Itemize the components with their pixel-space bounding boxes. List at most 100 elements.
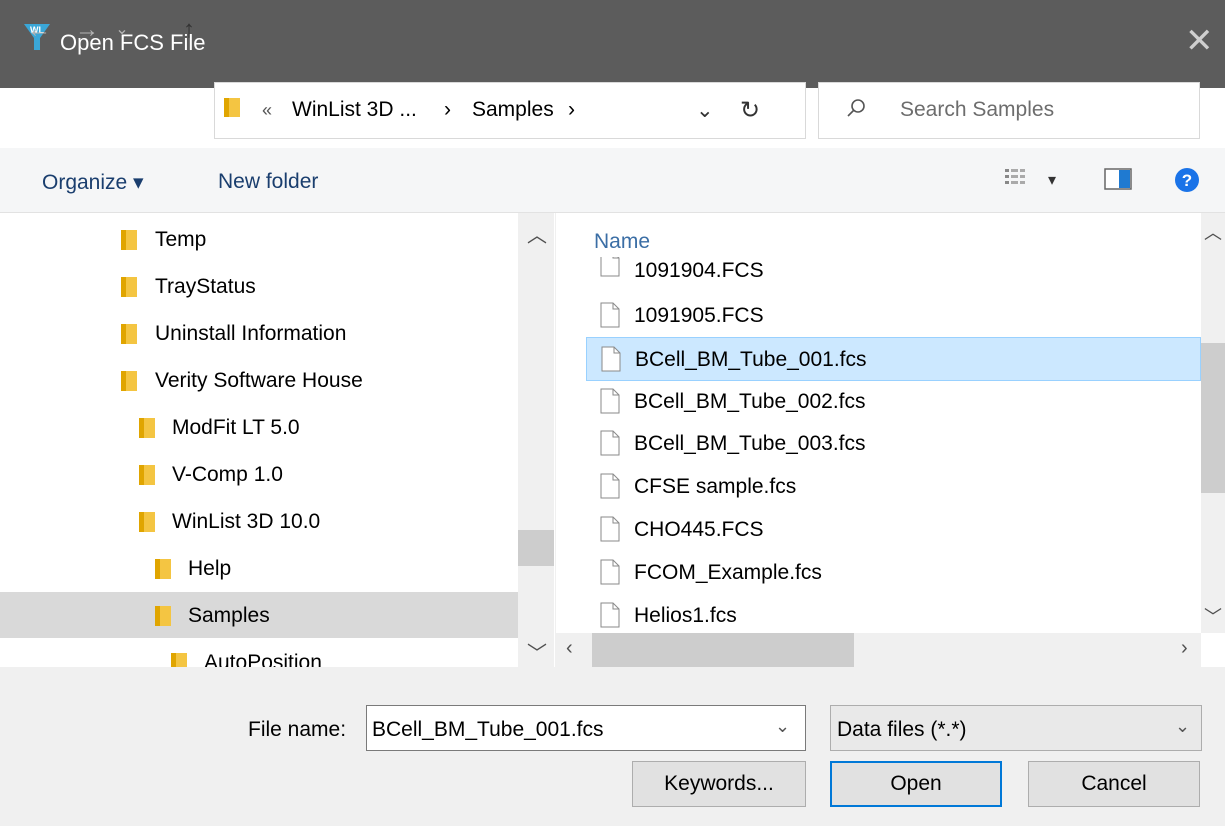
folder-icon [139, 418, 155, 438]
file-row[interactable]: CHO445.FCS [586, 508, 1201, 552]
organize-menu-button[interactable]: Organize ▾ [42, 170, 144, 195]
scroll-down-icon[interactable]: ﹀ [527, 637, 547, 666]
tree-item-verity-software-house[interactable]: Verity Software House [0, 357, 518, 403]
folder-icon [121, 230, 137, 250]
breadcrumb-separator[interactable]: › [568, 98, 575, 122]
forward-arrow-icon[interactable]: → [72, 0, 102, 60]
tree-item-label: Temp [155, 228, 207, 251]
file-row[interactable]: BCell_BM_Tube_002.fcs [586, 380, 1201, 424]
search-icon [847, 99, 865, 117]
file-name-label: File name: [248, 718, 347, 741]
horizontal-scrollbar-thumb[interactable] [592, 633, 854, 667]
tree-item-label: WinList 3D 10.0 [172, 510, 321, 533]
file-name: Helios1.fcs [634, 604, 737, 627]
keywords-button[interactable]: Keywords... [632, 761, 806, 807]
file-type-value: Data files (*.*) [837, 718, 967, 741]
file-row[interactable]: BCell_BM_Tube_003.fcs [586, 422, 1201, 466]
folder-icon [121, 324, 137, 344]
breadcrumb-samples[interactable]: Samples [472, 98, 554, 122]
tree-item-label: Uninstall Information [155, 322, 347, 345]
file-list-scrollbar-thumb[interactable] [1201, 343, 1225, 493]
breadcrumb-separator[interactable]: › [444, 98, 451, 122]
chevron-down-icon[interactable]: ⌄ [1175, 716, 1190, 737]
tree-item-modfit[interactable]: ModFit LT 5.0 [0, 404, 518, 450]
new-folder-button[interactable]: New folder [218, 170, 318, 194]
file-name: CHO445.FCS [634, 518, 764, 541]
close-icon[interactable]: ✕ [1185, 24, 1214, 58]
tree-item-v-comp[interactable]: V-Comp 1.0 [0, 451, 518, 497]
open-file-dialog: WL Open FCS File ✕ ← → ⌄ ↑ « WinList 3D … [0, 0, 1225, 826]
file-type-select[interactable]: Data files (*.*) ⌄ [830, 705, 1202, 751]
folder-icon [171, 653, 187, 667]
view-details-icon[interactable] [1004, 167, 1026, 189]
tree-item-samples[interactable]: Samples [0, 592, 518, 638]
file-row[interactable]: CFSE sample.fcs [586, 465, 1201, 509]
breadcrumb-overflow[interactable]: « [262, 100, 272, 121]
folder-icon [121, 371, 137, 391]
file-name-field[interactable]: BCell_BM_Tube_001.fcs ⌄ [366, 705, 806, 751]
file-name: BCell_BM_Tube_001.fcs [635, 348, 867, 371]
tree-scrollbar[interactable]: ︿ ﹀ [518, 213, 554, 667]
navigation-tree: Temp TrayStatus Uninstall Information Ve… [0, 213, 555, 667]
file-icon [600, 302, 620, 328]
scroll-up-icon[interactable]: ︿ [527, 219, 547, 248]
tree-item-uninstall-information[interactable]: Uninstall Information [0, 310, 518, 356]
tree-item-label: V-Comp 1.0 [172, 463, 283, 486]
file-icon [600, 559, 620, 585]
tree-item-temp[interactable]: Temp [0, 216, 518, 262]
tree-item-autoposition[interactable]: AutoPosition [0, 639, 518, 667]
file-name: FCOM_Example.fcs [634, 561, 822, 584]
file-name: BCell_BM_Tube_003.fcs [634, 432, 866, 455]
file-list-horizontal-scrollbar[interactable]: ‹ › [556, 633, 1201, 667]
command-toolbar [0, 148, 1225, 213]
file-name: CFSE sample.fcs [634, 475, 797, 498]
file-row[interactable]: 1091904.FCS [586, 257, 1201, 287]
tree-item-winlist[interactable]: WinList 3D 10.0 [0, 498, 518, 544]
folder-icon [121, 277, 137, 297]
file-icon [600, 388, 620, 414]
scroll-left-icon[interactable]: ‹ [566, 637, 573, 660]
file-icon [600, 602, 620, 628]
tree-item-label: Help [188, 557, 232, 580]
file-icon [600, 473, 620, 499]
back-arrow-icon[interactable]: ← [24, 0, 54, 60]
address-dropdown-icon[interactable]: ⌄ [696, 98, 714, 123]
file-row[interactable]: 1091905.FCS [586, 294, 1201, 338]
folder-icon [139, 512, 155, 532]
view-options-dropdown-icon[interactable]: ▾ [1048, 170, 1056, 190]
file-icon [601, 346, 621, 372]
tree-item-traystatus[interactable]: TrayStatus [0, 263, 518, 309]
up-arrow-icon[interactable]: ↑ [176, 0, 202, 60]
file-list-vertical-scrollbar[interactable]: ︿ ﹀ [1201, 213, 1225, 633]
file-row-selected[interactable]: BCell_BM_Tube_001.fcs [586, 337, 1201, 381]
preview-pane-icon[interactable] [1104, 168, 1132, 190]
tree-item-label: ModFit LT 5.0 [172, 416, 300, 439]
open-button[interactable]: Open [830, 761, 1002, 807]
scroll-down-icon[interactable]: ﹀ [1204, 603, 1222, 629]
file-name: BCell_BM_Tube_002.fcs [634, 390, 866, 413]
breadcrumb-winlist[interactable]: WinList 3D ... [292, 98, 417, 122]
folder-icon [139, 465, 155, 485]
tree-scrollbar-thumb[interactable] [518, 530, 554, 566]
scroll-up-icon[interactable]: ︿ [1204, 219, 1222, 245]
file-row[interactable]: FCOM_Example.fcs [586, 551, 1201, 595]
file-name-value: BCell_BM_Tube_001.fcs [372, 718, 604, 741]
cancel-button[interactable]: Cancel [1028, 761, 1200, 807]
file-name: 1091904.FCS [634, 259, 764, 282]
refresh-icon[interactable]: ↻ [740, 96, 760, 125]
tree-item-label: Samples [188, 604, 270, 627]
column-header-name[interactable]: Name [594, 230, 650, 254]
tree-item-label: TrayStatus [155, 275, 256, 298]
scroll-right-icon[interactable]: › [1181, 637, 1188, 660]
file-icon [600, 430, 620, 456]
file-icon [600, 516, 620, 542]
help-icon-glyph: ? [1182, 171, 1192, 190]
chevron-down-icon[interactable]: ⌄ [775, 716, 790, 737]
recent-locations-icon[interactable]: ⌄ [112, 0, 132, 60]
search-input[interactable]: Search Samples [900, 98, 1054, 122]
help-icon[interactable]: ? [1174, 167, 1200, 193]
file-name: 1091905.FCS [634, 304, 764, 327]
folder-icon [155, 559, 171, 579]
tree-item-help[interactable]: Help [0, 545, 518, 591]
file-row[interactable]: Helios1.fcs [586, 594, 1201, 638]
